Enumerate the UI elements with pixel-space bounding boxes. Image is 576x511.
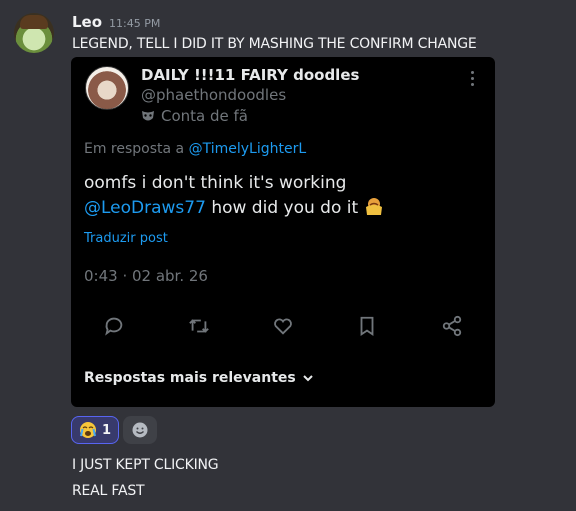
tweet-handle[interactable]: @phaethondoodles <box>141 86 286 104</box>
message-header: Leo 11:45 PM <box>72 13 160 31</box>
tweet-mention-link[interactable]: @LeoDraws77 <box>84 198 206 218</box>
message-line: REAL FAST <box>72 483 145 499</box>
bookmark-icon[interactable] <box>356 315 378 337</box>
crying-face-emoji-icon <box>80 422 96 438</box>
tweet-date[interactable]: 0:43 · 02 abr. 26 <box>84 267 208 285</box>
bowing-person-emoji-icon <box>365 198 382 215</box>
badge-label: Conta de fã <box>161 107 248 125</box>
more-options-icon[interactable] <box>471 71 475 87</box>
tweet-text: oomfs i don't think it's working @LeoDra… <box>84 171 484 221</box>
like-icon[interactable] <box>272 315 294 337</box>
reaction-count: 1 <box>102 422 112 438</box>
user-avatar[interactable] <box>14 13 54 53</box>
username[interactable]: Leo <box>72 13 102 31</box>
share-icon[interactable] <box>441 315 463 337</box>
tweet-text-line: how did you do it <box>205 198 359 218</box>
chevron-down-icon <box>303 375 313 382</box>
message-line: I JUST KEPT CLICKING <box>72 457 219 473</box>
reply-context: Em resposta a @TimelyLighterL <box>84 141 306 157</box>
tweet-text-line: oomfs i don't think it's working <box>84 173 347 193</box>
reply-icon[interactable] <box>103 315 125 337</box>
tweet-badge: Conta de fã <box>141 107 248 125</box>
reaction-crying[interactable]: 1 <box>71 416 120 444</box>
translate-post-link[interactable]: Traduzir post <box>84 231 168 246</box>
reply-prefix: Em resposta a <box>84 141 189 157</box>
reply-mention-link[interactable]: @TimelyLighterL <box>189 141 307 157</box>
tweet-author-avatar[interactable] <box>85 66 129 110</box>
message-line: LEGEND, TELL I DID IT BY MASHING THE CON… <box>72 36 477 52</box>
mask-icon <box>142 110 154 120</box>
timestamp: 11:45 PM <box>109 17 161 30</box>
relevant-replies-toggle[interactable]: Respostas mais relevantes <box>84 370 314 386</box>
relevant-replies-label: Respostas mais relevantes <box>84 370 296 386</box>
avatar-hat <box>20 15 48 29</box>
reactions-bar: 1 <box>71 416 158 444</box>
tweet-embed[interactable]: DAILY !!!11 FAIRY doodles @phaethondoodl… <box>71 57 495 407</box>
add-reaction-icon <box>132 422 148 438</box>
retweet-icon[interactable] <box>188 315 210 337</box>
tweet-display-name[interactable]: DAILY !!!11 FAIRY doodles <box>141 66 359 84</box>
add-reaction-button[interactable] <box>123 416 158 444</box>
